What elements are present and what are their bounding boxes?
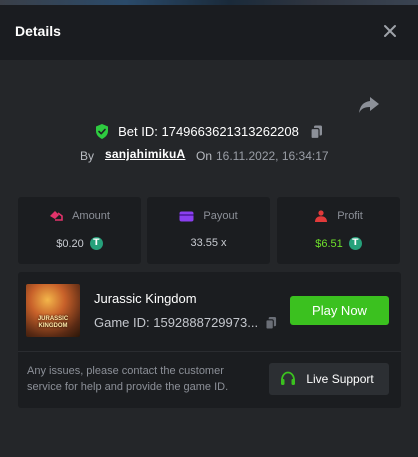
bet-datetime: 16.11.2022, 16:34:17 <box>216 149 329 163</box>
copy-icon[interactable] <box>310 125 323 139</box>
payout-value: 33.55 x <box>190 237 227 250</box>
by-label: By <box>80 149 95 163</box>
game-name: Jurassic Kingdom <box>94 291 197 306</box>
profit-stat: Profit $6.51 <box>277 197 400 264</box>
wallet-card-icon <box>179 211 194 222</box>
card-divider <box>18 351 401 352</box>
live-support-button[interactable]: Live Support <box>269 363 389 395</box>
amount-value: $0.20 <box>56 237 84 250</box>
amount-icon <box>50 211 63 221</box>
amount-stat: Amount $0.20 <box>18 197 141 264</box>
game-thumbnail[interactable]: JURASSIC KINGDOM <box>26 284 80 337</box>
close-icon[interactable] <box>380 21 400 41</box>
game-thumbnail-title: JURASSIC KINGDOM <box>37 316 69 329</box>
profit-label: Profit <box>337 210 363 223</box>
game-card: JURASSIC KINGDOM Jurassic Kingdom Game I… <box>18 272 401 408</box>
headset-icon <box>281 371 295 386</box>
dialog-title: Details <box>15 23 61 39</box>
profit-value: $6.51 <box>315 237 343 250</box>
payout-stat: Payout 33.55 x <box>147 197 270 264</box>
tether-coin-icon <box>89 237 103 250</box>
payout-label: Payout <box>203 210 238 223</box>
support-message: Any issues, please contact the customer … <box>27 365 229 393</box>
on-label: On <box>196 149 213 163</box>
game-id: Game ID: 1592888729973... <box>94 315 259 330</box>
tether-coin-icon <box>348 237 362 250</box>
profit-person-icon <box>315 210 328 223</box>
amount-label: Amount <box>72 210 110 223</box>
bet-id: Bet ID: 1749663621313262208 <box>118 124 299 140</box>
play-now-button[interactable]: Play Now <box>290 296 389 325</box>
bet-id-row: Bet ID: 1749663621313262208 <box>0 123 418 141</box>
copy-icon[interactable] <box>265 316 277 330</box>
live-support-label: Live Support <box>306 371 374 386</box>
details-header: Details <box>0 5 418 60</box>
share-arrow-icon[interactable] <box>358 95 380 115</box>
shield-check-icon <box>95 124 108 140</box>
username-link[interactable]: sanjahimikuA <box>105 147 185 161</box>
